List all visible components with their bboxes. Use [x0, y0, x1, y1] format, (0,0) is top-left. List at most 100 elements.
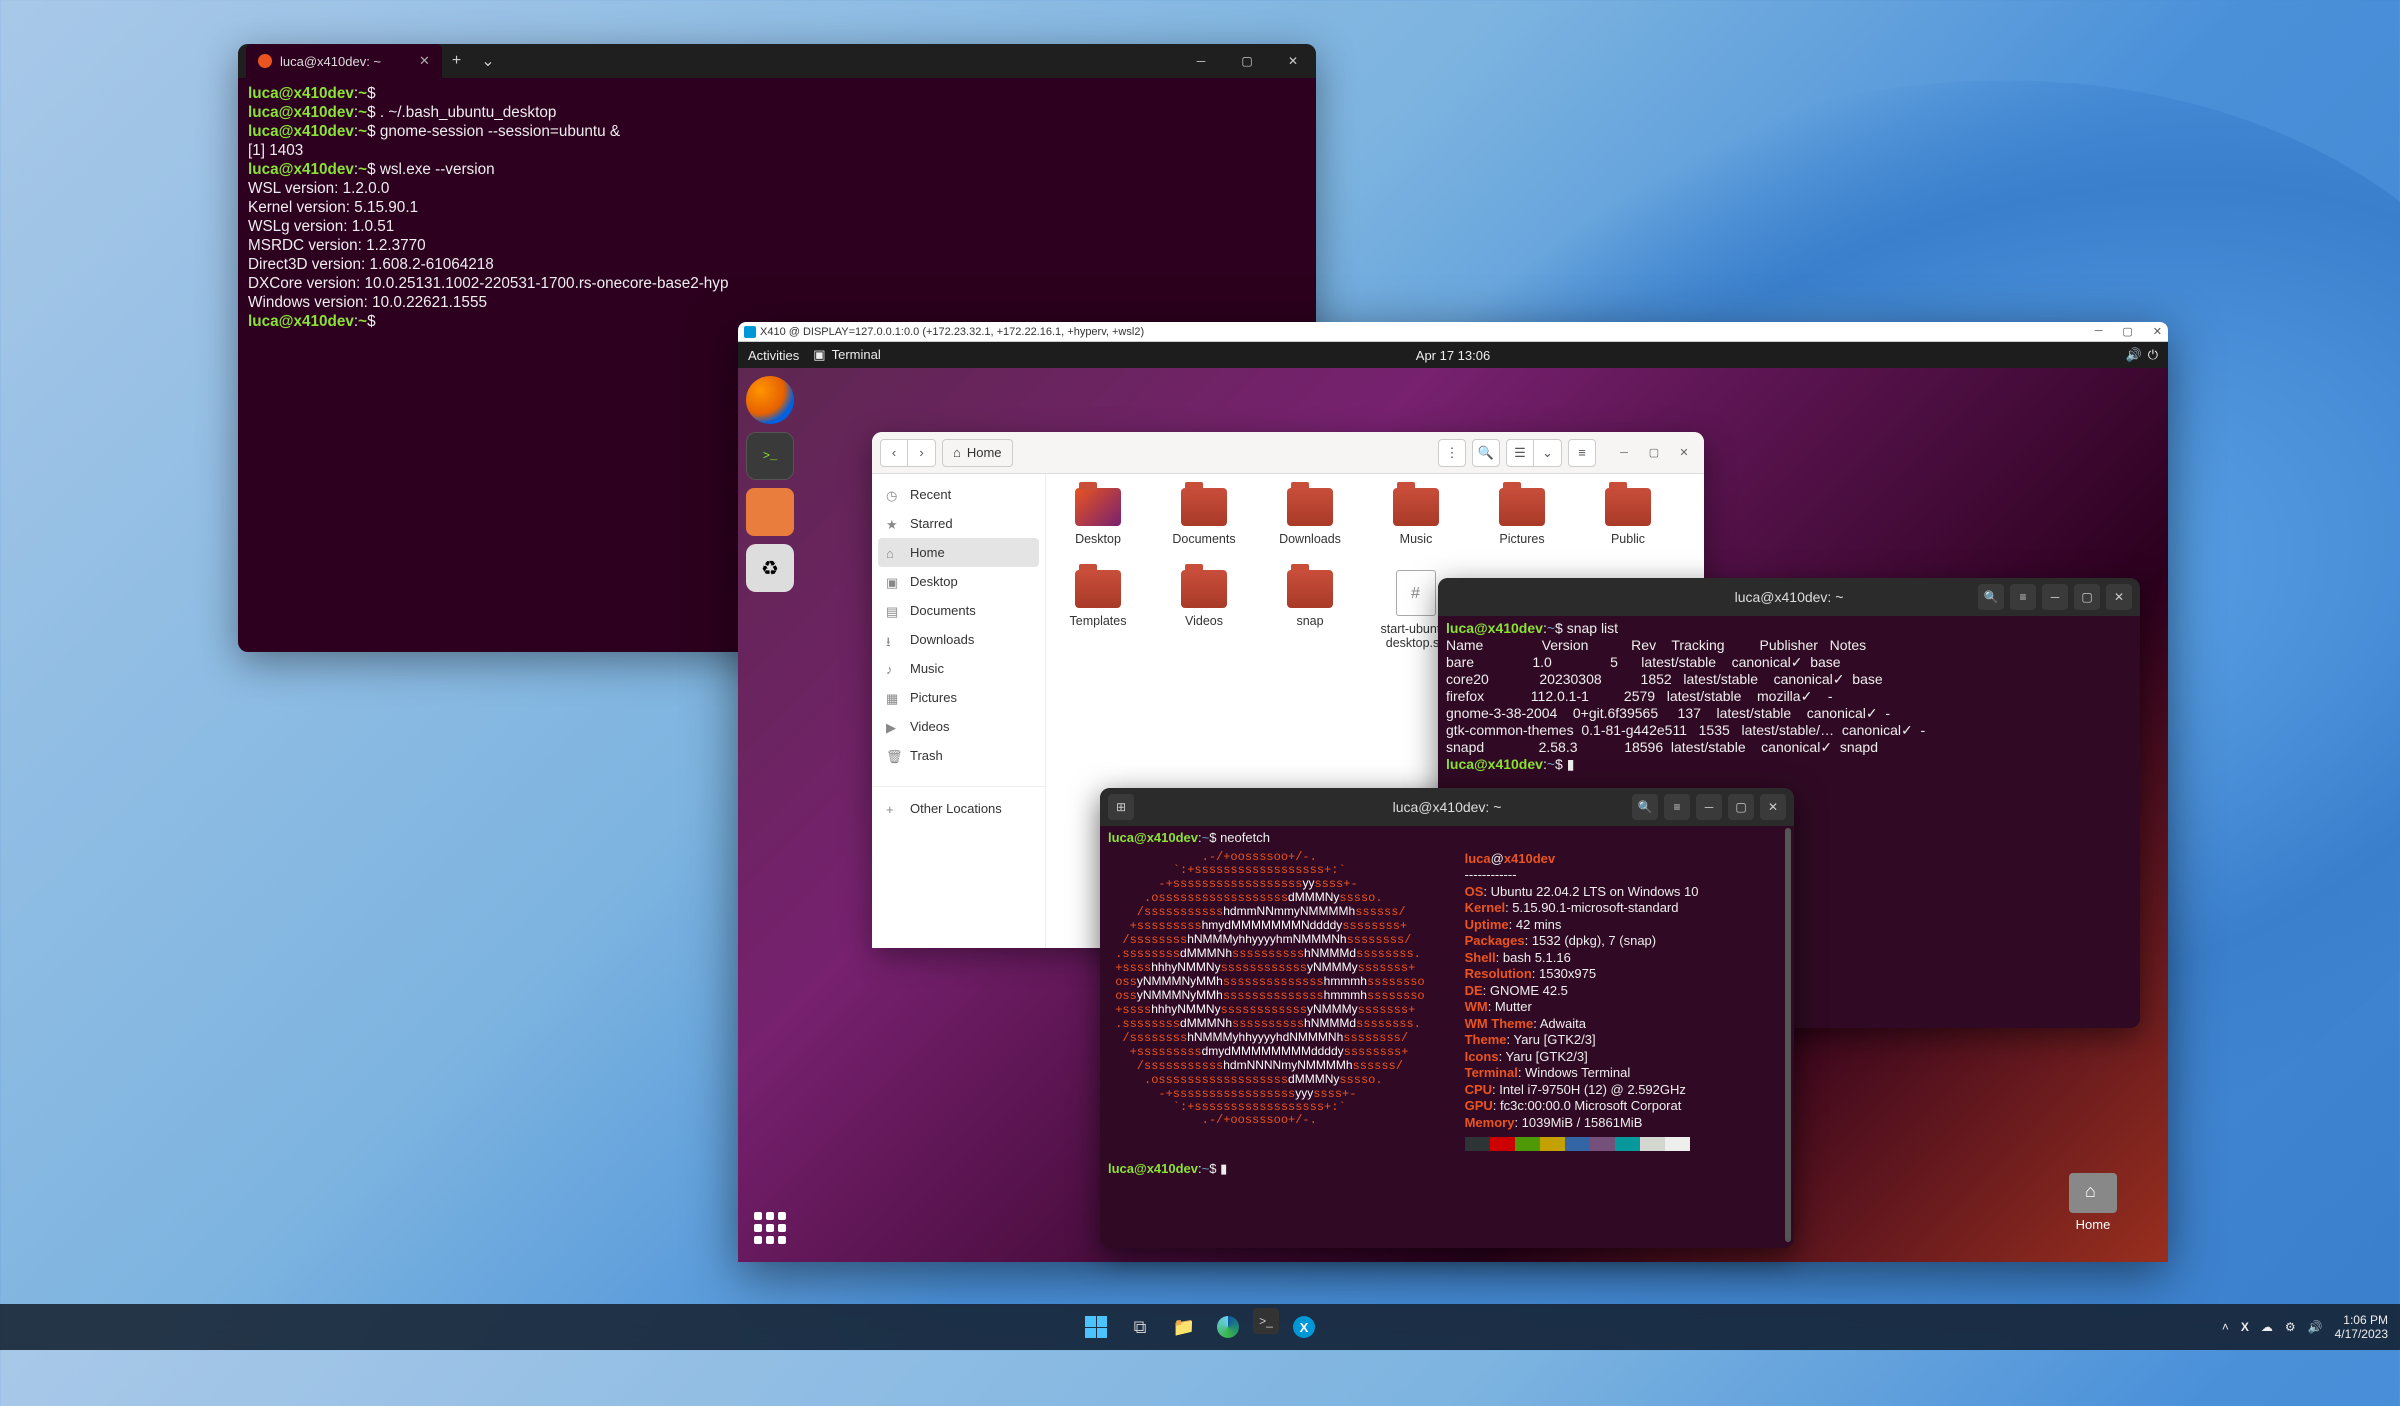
sidebar-item-videos[interactable]: ▶Videos [872, 712, 1045, 741]
dock-terminal[interactable]: >_ [746, 432, 794, 480]
maximize-button[interactable]: ▢ [2122, 325, 2132, 338]
dock-show-apps[interactable] [746, 1204, 794, 1252]
folder-desktop[interactable]: Desktop [1060, 488, 1136, 546]
folder-pictures[interactable]: Pictures [1484, 488, 1560, 546]
minimize-button[interactable]: ─ [1612, 441, 1636, 465]
folder-downloads[interactable]: Downloads [1272, 488, 1348, 546]
tray-x-icon[interactable]: X [2241, 1320, 2249, 1334]
close-button[interactable]: ✕ [2153, 325, 2162, 338]
path-bar[interactable]: ⌂ Home [942, 439, 1013, 467]
minimize-button[interactable]: ─ [1696, 794, 1722, 820]
terminal-icon[interactable]: >_ [1253, 1308, 1279, 1334]
x410-taskbar-icon[interactable]: X [1285, 1308, 1323, 1346]
hamburger-menu-button[interactable]: ≡ [1568, 439, 1596, 467]
tray-chevron-icon[interactable]: ˄ [2222, 1320, 2229, 1334]
terminal-output[interactable]: luca@x410dev:~$ snap listName Version Re… [1438, 616, 2140, 777]
start-button[interactable] [1077, 1308, 1115, 1346]
sidebar-item-starred[interactable]: ★Starred [872, 509, 1045, 538]
edge-icon[interactable] [1209, 1308, 1247, 1346]
minimize-button[interactable]: ─ [2042, 584, 2068, 610]
dock-trash[interactable]: ♻ [746, 544, 794, 592]
close-button[interactable]: ✕ [1270, 44, 1316, 78]
files-header: ‹ › ⌂ Home ⋮ 🔍 ☰ ⌄ ≡ ─ [872, 432, 1704, 474]
gnome-clock[interactable]: Apr 17 13:06 [1416, 348, 1490, 363]
new-tab-button[interactable]: + [442, 52, 471, 70]
view-dropdown-button[interactable]: ⌄ [1534, 439, 1562, 467]
windows-taskbar: ⧉ 📁 >_ X ˄ X ☁ ⚙ 🔊 1:06 PM 4/17/2023 [0, 1304, 2400, 1350]
tray-volume-icon[interactable]: 🔊 [2308, 1320, 2323, 1334]
tray-settings-icon[interactable]: ⚙ [2285, 1320, 2296, 1334]
explorer-icon[interactable]: 📁 [1165, 1308, 1203, 1346]
maximize-button[interactable]: ▢ [2074, 584, 2100, 610]
tray-cloud-icon[interactable]: ☁ [2261, 1320, 2273, 1334]
folder-public[interactable]: Public [1590, 488, 1666, 546]
close-button[interactable]: ✕ [2106, 584, 2132, 610]
scrollbar[interactable] [1785, 828, 1791, 1242]
maximize-button[interactable]: ▢ [1224, 44, 1270, 78]
folder-videos[interactable]: Videos [1166, 570, 1242, 650]
icon-label: Home [2058, 1217, 2128, 1232]
home-icon: ⌂ [953, 445, 961, 460]
window-controls: ─ ▢ ✕ [1178, 44, 1316, 78]
minimize-button[interactable]: ─ [2095, 325, 2103, 338]
files-sidebar: ◷Recent★Starred⌂Home▣Desktop▤Documents⭳D… [872, 474, 1046, 948]
tab-dropdown-icon[interactable]: ⌄ [471, 51, 504, 71]
close-button[interactable]: ✕ [1672, 441, 1696, 465]
maximize-button[interactable]: ▢ [1728, 794, 1754, 820]
power-icon[interactable]: ⏻ [2148, 347, 2158, 363]
tab-title: luca@x410dev: ~ [280, 54, 381, 69]
new-tab-button[interactable]: ⊞ [1108, 794, 1134, 820]
minimize-button[interactable]: ─ [1178, 44, 1224, 78]
ubuntu-icon [258, 54, 272, 68]
kebab-menu-button[interactable]: ⋮ [1438, 439, 1466, 467]
x410-window[interactable]: X410 @ DISPLAY=127.0.0.1:0.0 (+172.23.32… [738, 322, 2168, 1262]
terminal-title: luca@x410dev: ~ [1393, 799, 1502, 815]
folder-documents[interactable]: Documents [1166, 488, 1242, 546]
dock-files[interactable] [746, 488, 794, 536]
taskview-icon[interactable]: ⧉ [1121, 1308, 1159, 1346]
x410-title: X410 @ DISPLAY=127.0.0.1:0.0 (+172.23.32… [760, 326, 1144, 338]
gnome-terminal-neofetch[interactable]: ⊞ luca@x410dev: ~ 🔍 ≡ ─ ▢ ✕ luca@x410dev… [1100, 788, 1794, 1248]
menu-button[interactable]: ≡ [1664, 794, 1690, 820]
windows-terminal-titlebar[interactable]: luca@x410dev: ~ ✕ + ⌄ ─ ▢ ✕ [238, 44, 1316, 78]
volume-icon[interactable]: 🔊 [2126, 347, 2142, 363]
sidebar-item-home[interactable]: ⌂Home [878, 538, 1039, 567]
search-button[interactable]: 🔍 [1472, 439, 1500, 467]
view-list-button[interactable]: ☰ [1506, 439, 1534, 467]
x410-icon [744, 326, 756, 338]
close-button[interactable]: ✕ [1760, 794, 1786, 820]
nav-forward-button[interactable]: › [908, 439, 936, 467]
sidebar-item-desktop[interactable]: ▣Desktop [872, 567, 1045, 596]
gnome-workspace: >_ ♻ ‹ › ⌂ Home ⋮ 🔍 [738, 368, 2168, 1262]
folder-snap[interactable]: snap [1272, 570, 1348, 650]
terminal-output[interactable]: luca@x410dev:~$ luca@x410dev:~$ . ~/.bas… [238, 78, 1316, 337]
folder-music[interactable]: Music [1378, 488, 1454, 546]
terminal-header[interactable]: luca@x410dev: ~ 🔍 ≡ ─ ▢ ✕ [1438, 578, 2140, 616]
terminal-tab[interactable]: luca@x410dev: ~ ✕ [246, 44, 442, 78]
x410-titlebar[interactable]: X410 @ DISPLAY=127.0.0.1:0.0 (+172.23.32… [738, 322, 2168, 342]
search-button[interactable]: 🔍 [1978, 584, 2004, 610]
home-folder-icon [2069, 1173, 2117, 1213]
gnome-top-bar: Activities ▣Terminal Apr 17 13:06 🔊 ⏻ [738, 342, 2168, 368]
tab-close-icon[interactable]: ✕ [419, 53, 430, 69]
sidebar-item-music[interactable]: ♪Music [872, 654, 1045, 683]
nav-back-button[interactable]: ‹ [880, 439, 908, 467]
desktop-home-icon[interactable]: Home [2058, 1173, 2128, 1232]
system-clock[interactable]: 1:06 PM 4/17/2023 [2335, 1313, 2388, 1341]
sidebar-item-pictures[interactable]: ▦Pictures [872, 683, 1045, 712]
sidebar-item-recent[interactable]: ◷Recent [872, 480, 1045, 509]
sidebar-item-trash[interactable]: 🗑Trash [872, 741, 1045, 770]
folder-templates[interactable]: Templates [1060, 570, 1136, 650]
window-controls: ─ ▢ ✕ [2095, 325, 2162, 338]
active-app-label[interactable]: ▣Terminal [813, 347, 880, 363]
terminal-header[interactable]: ⊞ luca@x410dev: ~ 🔍 ≡ ─ ▢ ✕ [1100, 788, 1794, 826]
dock-firefox[interactable] [746, 376, 794, 424]
menu-button[interactable]: ≡ [2010, 584, 2036, 610]
search-button[interactable]: 🔍 [1632, 794, 1658, 820]
terminal-output[interactable]: luca@x410dev:~$ neofetch .-/+oossssoo+/-… [1100, 826, 1794, 1182]
maximize-button[interactable]: ▢ [1642, 441, 1666, 465]
sidebar-item-documents[interactable]: ▤Documents [872, 596, 1045, 625]
sidebar-item-downloads[interactable]: ⭳Downloads [872, 625, 1045, 654]
sidebar-item-other-locations[interactable]: +Other Locations [872, 786, 1045, 823]
activities-button[interactable]: Activities [748, 348, 799, 363]
